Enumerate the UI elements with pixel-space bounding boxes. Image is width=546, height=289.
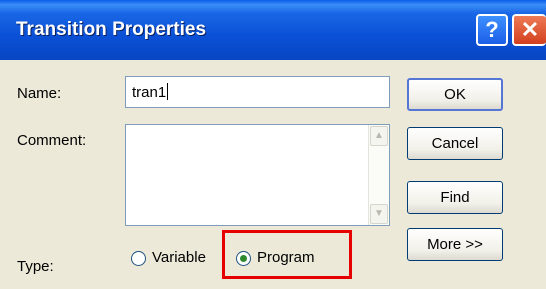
radio-variable[interactable] [131, 251, 146, 266]
window-title: Transition Properties [16, 19, 207, 40]
name-label: Name: [17, 85, 62, 102]
name-field[interactable]: tran1 [125, 76, 390, 108]
cancel-button[interactable]: Cancel [407, 127, 503, 160]
chevron-up-icon: ▲ [374, 130, 384, 141]
more-button[interactable]: More >> [407, 228, 503, 261]
help-button[interactable]: ? [476, 14, 508, 46]
title-bar[interactable]: Transition Properties ? ✕ [0, 0, 546, 60]
comment-field[interactable]: ▲ ▼ [125, 124, 390, 226]
name-value: tran1 [132, 84, 167, 101]
ok-button[interactable]: OK [407, 78, 503, 111]
type-label: Type: [17, 258, 54, 275]
question-mark-icon: ? [485, 17, 499, 42]
scroll-up-button[interactable]: ▲ [370, 126, 388, 146]
comment-scrollbar[interactable]: ▲ ▼ [368, 125, 389, 225]
close-icon: ✕ [520, 17, 540, 42]
close-button[interactable]: ✕ [512, 14, 546, 46]
chevron-down-icon: ▼ [374, 208, 384, 219]
transition-properties-dialog: Transition Properties ? ✕ Name: tran1 Co… [0, 0, 546, 289]
highlight-box [222, 230, 352, 279]
radio-variable-label[interactable]: Variable [152, 249, 206, 266]
scroll-down-button[interactable]: ▼ [370, 204, 388, 224]
comment-label: Comment: [17, 132, 87, 149]
text-caret [167, 83, 169, 100]
find-button[interactable]: Find [407, 181, 503, 214]
